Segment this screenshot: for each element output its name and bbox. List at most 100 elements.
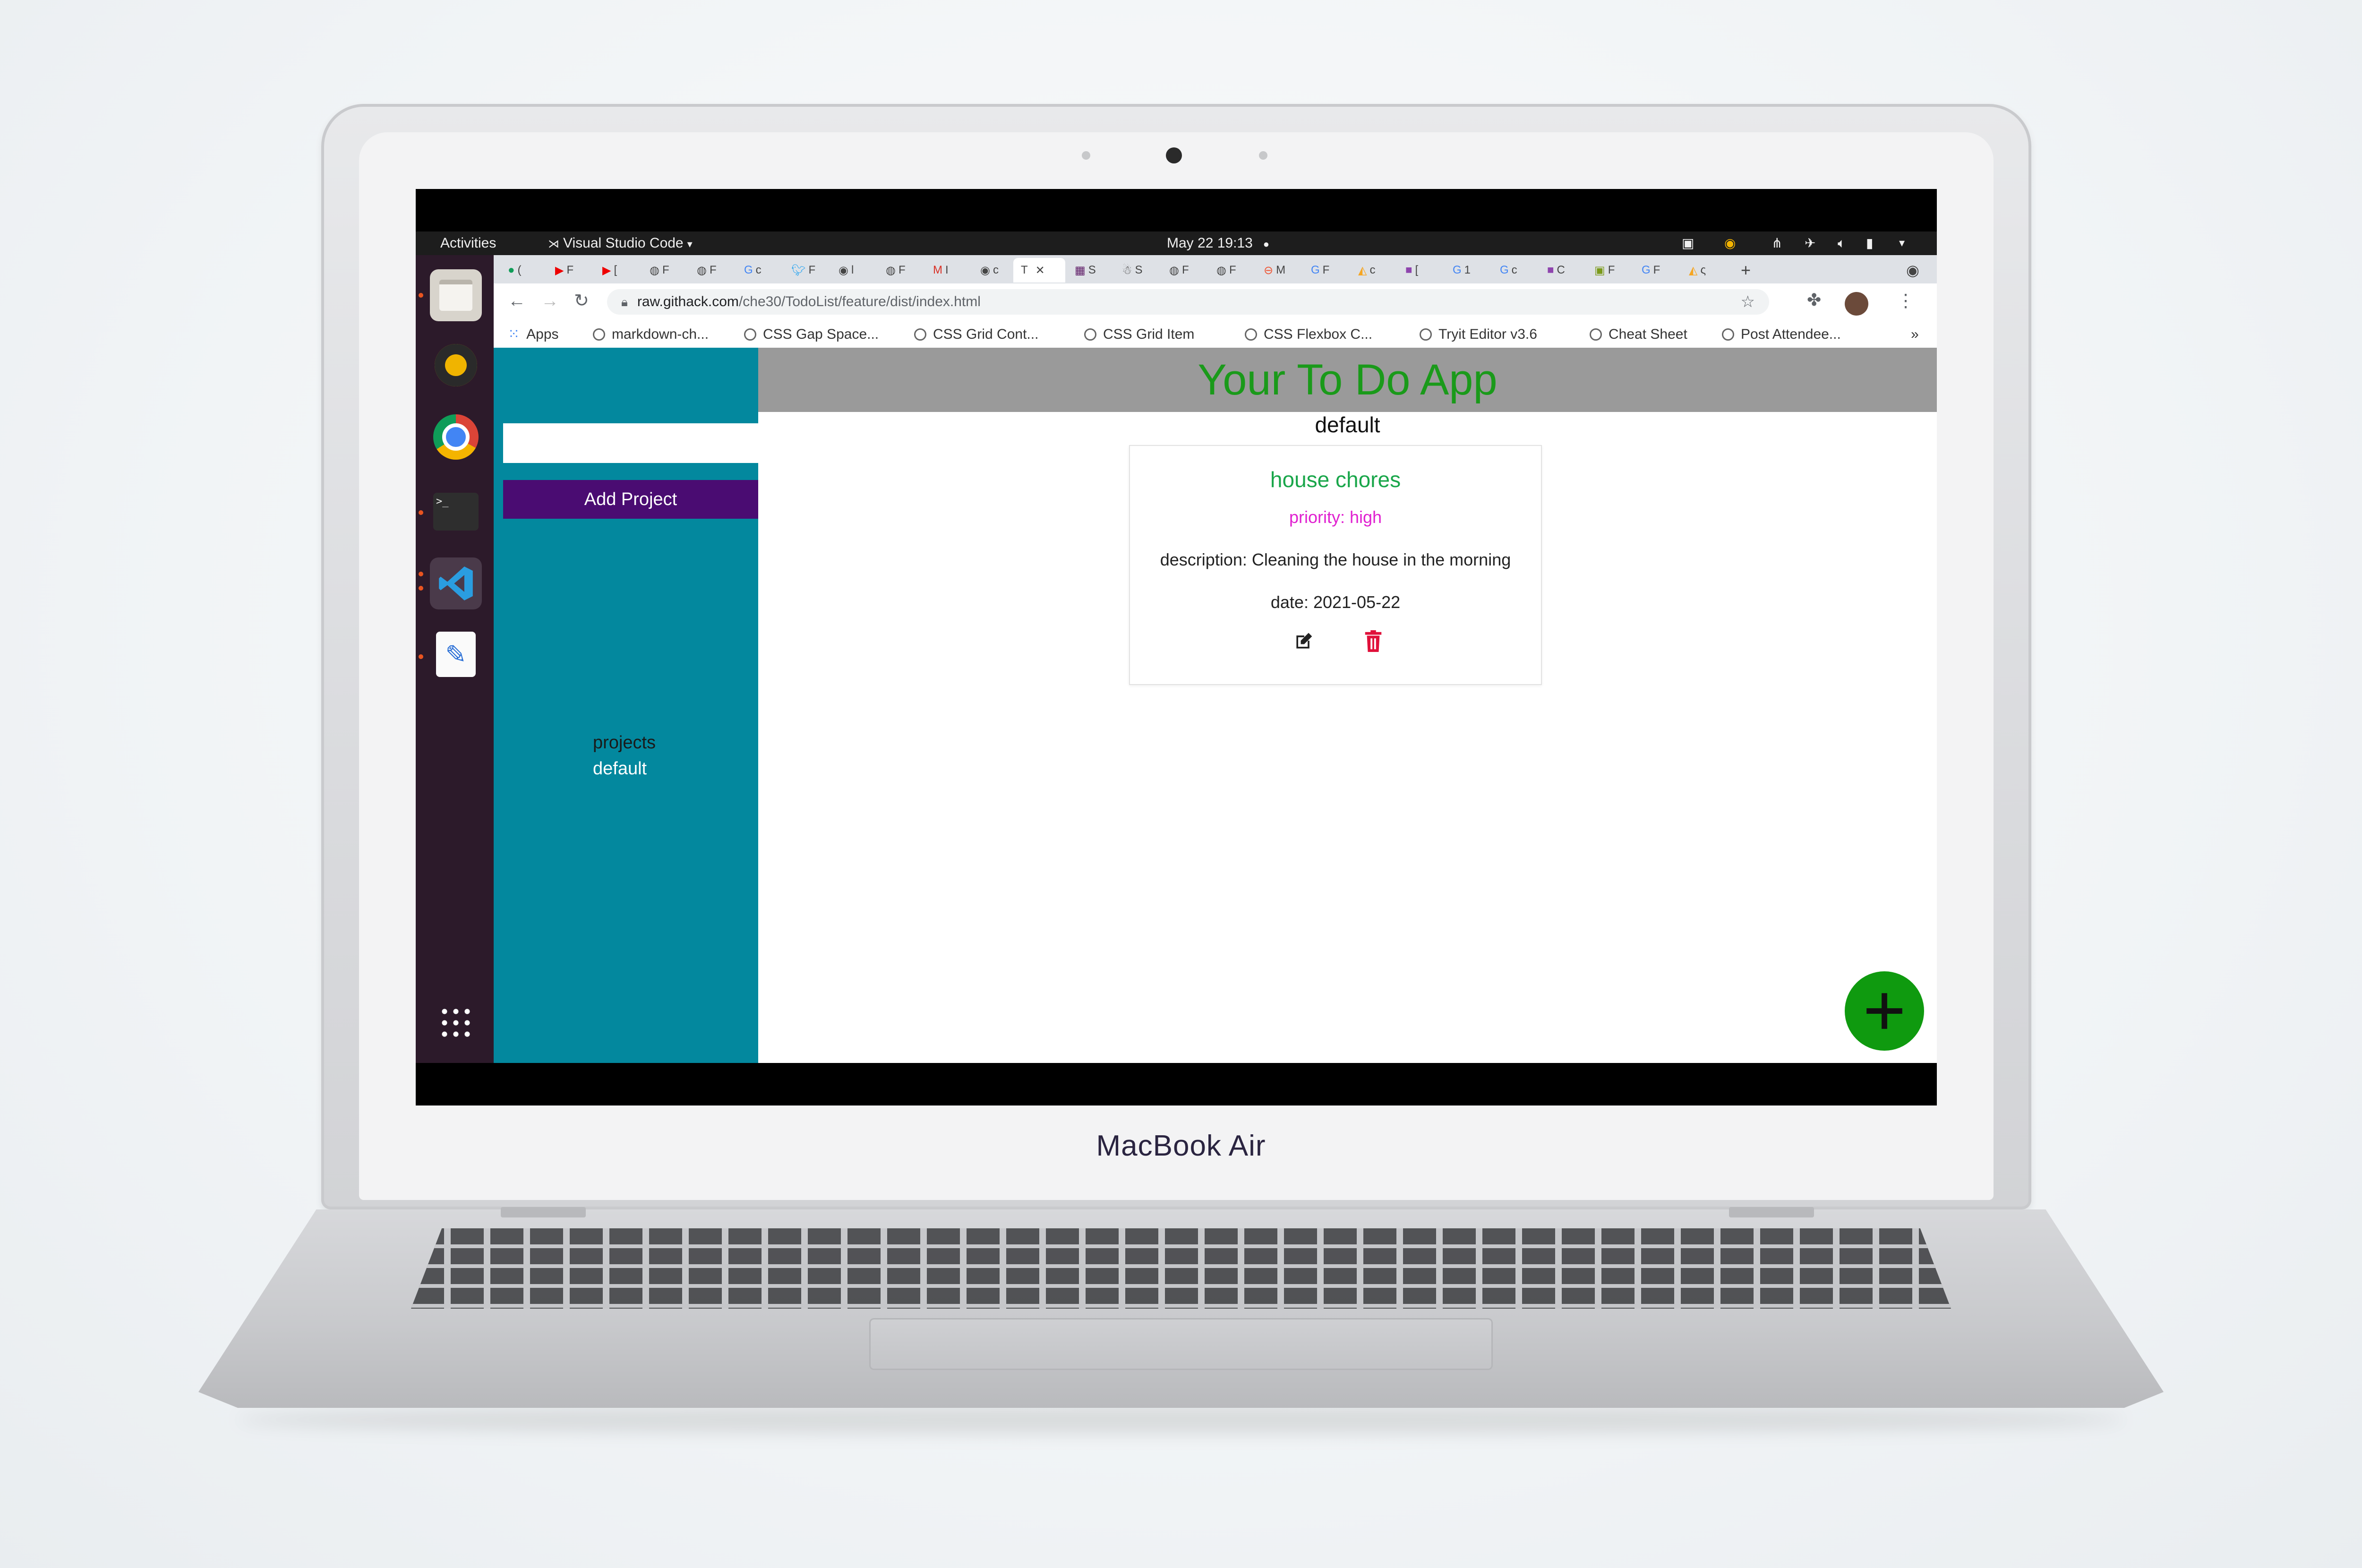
tab-label: 1: [1464, 264, 1471, 276]
plus-icon: [1866, 993, 1902, 1029]
terminal-icon[interactable]: >_: [430, 486, 482, 538]
tab[interactable]: G1: [1453, 260, 1471, 281]
chrome-icon[interactable]: [430, 411, 482, 463]
tab-label: S: [1088, 264, 1096, 276]
twitter-icon: 🐦︎: [791, 264, 806, 277]
ubuntu-dock: >_ ✎: [416, 255, 494, 1063]
url-host: raw.githack.com: [637, 294, 739, 309]
tab[interactable]: GF: [1311, 260, 1329, 281]
google-icon: G: [1311, 264, 1320, 276]
todo-title: house chores: [1270, 467, 1401, 492]
bookmark-label: CSS Grid Item: [1103, 326, 1195, 342]
profile-avatar[interactable]: [1845, 292, 1868, 316]
bookmark-item[interactable]: CSS Gap Space...: [744, 321, 879, 348]
tab[interactable]: ▶ F: [555, 260, 573, 281]
bookmark-star-icon[interactable]: ☆: [1741, 289, 1755, 315]
projects-heading: projects: [593, 733, 656, 753]
tab-active[interactable]: T ✕: [1013, 258, 1065, 283]
airplane-icon[interactable]: ✈: [1805, 231, 1815, 255]
bookmark-item[interactable]: Tryit Editor v3.6: [1420, 321, 1537, 348]
bookmark-item[interactable]: CSS Grid Cont...: [914, 321, 1038, 348]
tab[interactable]: ◍ F: [1169, 260, 1189, 281]
tab-favicon-icon: ■: [1547, 264, 1554, 276]
network-icon[interactable]: ⋔: [1772, 231, 1782, 255]
bookmark-item[interactable]: Cheat Sheet: [1590, 321, 1687, 348]
tray-chrome-icon[interactable]: ◉: [1724, 231, 1736, 255]
trash-icon[interactable]: [1364, 630, 1383, 654]
tab[interactable]: ⊖ M: [1264, 260, 1285, 281]
new-tab-button[interactable]: +: [1741, 260, 1751, 281]
laptop-shadow: [236, 1405, 2126, 1434]
current-project-title: default: [1315, 412, 1380, 437]
tab-label: c: [993, 264, 999, 276]
browser-menu-icon[interactable]: ⋮: [1897, 290, 1915, 311]
tab[interactable]: ☃ S: [1122, 260, 1143, 281]
vscode-small-icon: ⋊: [548, 238, 559, 250]
extensions-icon[interactable]: ✤: [1807, 290, 1821, 310]
tab-label: (: [517, 264, 522, 276]
files-icon[interactable]: [430, 269, 482, 321]
tab[interactable]: ◍ F: [697, 260, 717, 281]
tab-label: F: [1322, 264, 1330, 276]
address-bar[interactable]: 🔒︎ raw.githack.com/che30/TodoList/feature…: [607, 289, 1769, 315]
back-icon[interactable]: ←: [508, 291, 526, 311]
reload-icon[interactable]: ↻: [574, 290, 589, 311]
url-path: /che30/TodoList/feature/dist/index.html: [738, 294, 981, 309]
tab[interactable]: ◍ F: [1216, 260, 1236, 281]
tab[interactable]: 🐦︎ F: [791, 260, 815, 281]
globe-icon: [1245, 328, 1257, 341]
show-applications-icon[interactable]: [430, 997, 482, 1049]
tab[interactable]: ●(: [508, 260, 522, 281]
tab-label: [: [1415, 264, 1419, 276]
tab[interactable]: Gc: [1500, 260, 1517, 281]
tab[interactable]: ■ C: [1547, 260, 1565, 281]
tray-screen-icon[interactable]: ▣: [1682, 231, 1694, 255]
gmail-icon: M: [933, 264, 942, 276]
running-indicator: [419, 654, 423, 659]
youtube-icon: ▶: [602, 264, 611, 277]
bookmark-item[interactable]: CSS Flexbox C...: [1245, 321, 1372, 348]
forward-icon[interactable]: →: [541, 291, 559, 311]
tab[interactable]: Gc: [744, 260, 762, 281]
tab[interactable]: ■[: [1405, 260, 1418, 281]
project-name-input[interactable]: [503, 423, 760, 463]
system-menu-caret-icon[interactable]: ▾: [1899, 231, 1905, 255]
tab[interactable]: ▦ S: [1075, 260, 1096, 281]
tab-favicon-icon: ⊖: [1264, 264, 1274, 277]
tab[interactable]: ◍ F: [886, 260, 906, 281]
tab[interactable]: ▣ F: [1594, 260, 1615, 281]
tab[interactable]: ▶[: [602, 260, 617, 281]
app-menu[interactable]: ⋊ Visual Studio Code ▾: [548, 231, 693, 256]
vscode-icon[interactable]: [430, 557, 482, 609]
project-item-default[interactable]: default: [593, 759, 647, 779]
tab-label: c: [1369, 264, 1376, 276]
add-todo-fab[interactable]: [1845, 971, 1924, 1051]
tab[interactable]: ◉ c: [980, 260, 999, 281]
rhythmbox-icon[interactable]: [430, 339, 482, 391]
globe-icon: [1722, 328, 1734, 341]
tab[interactable]: ◉ l: [839, 260, 854, 281]
tab-label: F: [1608, 264, 1615, 276]
tab-search-icon[interactable]: ◉: [1906, 260, 1919, 281]
text-editor-icon[interactable]: ✎: [430, 628, 482, 680]
tab[interactable]: ◍ F: [650, 260, 669, 281]
tab[interactable]: GF: [1642, 260, 1660, 281]
tab-close-icon[interactable]: ✕: [1036, 264, 1045, 277]
tab[interactable]: MI: [933, 260, 949, 281]
camera-sensor-right: [1259, 151, 1267, 160]
add-project-button[interactable]: Add Project: [503, 480, 758, 519]
bookmark-item[interactable]: Post Attendee...: [1722, 321, 1841, 348]
bookmark-item[interactable]: CSS Grid Item: [1084, 321, 1194, 348]
bookmark-apps[interactable]: ⁙ Apps: [508, 321, 559, 348]
more-bookmarks-icon[interactable]: »: [1911, 321, 1919, 348]
screen-top-border: [416, 189, 1937, 231]
activities-button[interactable]: Activities: [440, 231, 496, 255]
volume-icon[interactable]: 🔈︎: [1838, 231, 1846, 255]
tab[interactable]: ◭ ς: [1689, 260, 1706, 281]
bookmark-item[interactable]: markdown-ch...: [593, 321, 709, 348]
edit-icon[interactable]: [1293, 631, 1314, 654]
tab[interactable]: ◭ c: [1358, 260, 1375, 281]
battery-icon[interactable]: ▮: [1866, 231, 1873, 255]
tab-label: F: [898, 264, 906, 276]
clock[interactable]: May 22 19:13 ●: [1167, 231, 1269, 256]
